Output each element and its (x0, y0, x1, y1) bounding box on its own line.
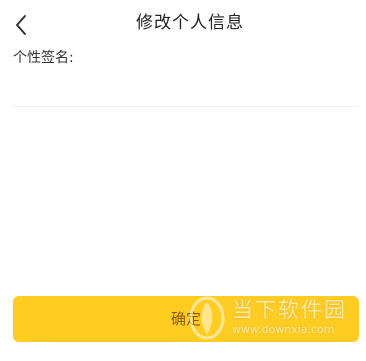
edit-profile-page: 修改个人信息 个性签名: 确定 当下软件园 www.downxia.com (0, 0, 366, 361)
confirm-button[interactable]: 确定 (13, 296, 359, 342)
signature-label: 个性签名: (13, 50, 74, 66)
signature-input[interactable] (13, 72, 359, 107)
page-title: 修改个人信息 (136, 13, 244, 33)
